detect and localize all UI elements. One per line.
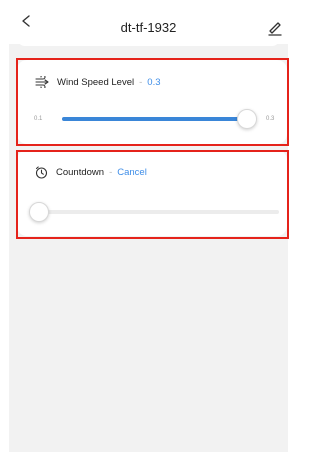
wind-speed-label: Wind Speed Level: [57, 76, 135, 88]
edit-button[interactable]: [267, 20, 283, 36]
wind-speed-value: 0.3: [147, 76, 161, 88]
countdown-separator: -: [109, 166, 113, 178]
countdown-card: Countdown - Cancel: [17, 150, 287, 236]
chevron-left-icon: [22, 15, 30, 27]
countdown-cancel-link[interactable]: Cancel: [117, 167, 147, 178]
wind-speed-separator: -: [139, 76, 143, 88]
countdown-slider-track[interactable]: [39, 210, 279, 214]
wind-speed-slider-fill: [62, 117, 247, 121]
wind-speed-card: Wind Speed Level - 0.3 0.1 0.3: [17, 60, 287, 144]
wind-speed-slider-thumb[interactable]: [237, 109, 257, 129]
wind-speed-header: Wind Speed Level - 0.3: [35, 74, 161, 90]
pencil-icon: [268, 22, 282, 36]
back-button[interactable]: [21, 11, 39, 31]
device-screen: dt-tf-1932 Wind Speed Level - 0.3 0.1 0.…: [9, 0, 289, 452]
wind-speed-min-label: 0.1: [34, 116, 43, 122]
countdown-slider-thumb[interactable]: [29, 202, 49, 222]
countdown-header: Countdown - Cancel: [35, 164, 147, 180]
countdown-label: Countdown: [56, 166, 105, 178]
timer-icon: [35, 165, 48, 179]
previous-card-edge: [17, 38, 280, 46]
wind-speed-max-label: 0.3: [266, 116, 275, 122]
wind-speed-slider-track[interactable]: [62, 117, 247, 121]
wind-icon: [35, 76, 49, 88]
